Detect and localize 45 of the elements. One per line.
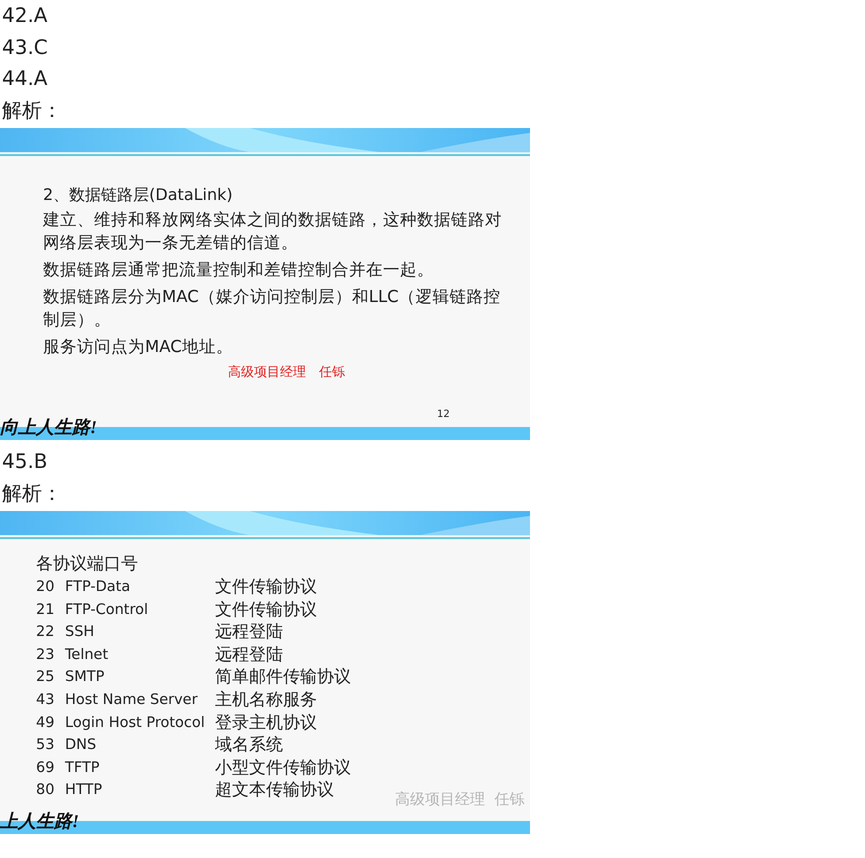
protocol-name: Telnet	[65, 646, 110, 665]
protocol-description: 登录主机协议	[214, 712, 318, 734]
port-number: 53	[36, 736, 56, 756]
protocol-description: 简单邮件传输协议	[214, 666, 351, 689]
answer-text: 43.C	[1, 34, 48, 60]
slide-title: 2、数据链路层(DataLink)	[43, 184, 233, 206]
protocol-name: SSH	[65, 623, 96, 642]
protocol-description: 远程登陆	[214, 621, 284, 644]
protocol-name: DNS	[65, 736, 98, 756]
protocol-name: Login Host Protocol	[65, 714, 205, 733]
port-number: 21	[36, 600, 56, 620]
protocol-description: 域名系统	[214, 734, 284, 757]
answer-text: 44.A	[1, 65, 48, 92]
author-signature: 高级项目经理 任铄	[228, 363, 345, 381]
slide-paragraph: 建立、维持和释放网络实体之间的数据链路，这种数据链路对网络层表现为一条无差错的信道。	[43, 209, 503, 254]
protocol-name: TFTP	[65, 758, 101, 778]
protocol-description: 远程登陆	[214, 644, 284, 666]
port-number: 69	[36, 758, 56, 778]
author-signature: 高级项目经理 任铄	[395, 790, 525, 809]
answer-text: 45.B	[1, 448, 48, 475]
slide-paragraph: 数据链路层通常把流量控制和差错控制合并在一起。	[43, 259, 435, 281]
protocol-name: FTP-Control	[65, 600, 150, 620]
port-number: 43	[36, 690, 56, 710]
protocol-name: Host Name Server	[65, 690, 199, 710]
protocol-description: 小型文件传输协议	[214, 756, 351, 780]
port-number: 20	[36, 578, 56, 597]
analysis-label: 解析：	[1, 480, 62, 506]
port-number: 22	[36, 623, 56, 642]
protocol-description: 文件传输协议	[214, 598, 318, 622]
protocol-name: HTTP	[65, 781, 104, 800]
port-number: 80	[36, 781, 56, 800]
port-number: 25	[36, 668, 56, 688]
protocol-description: 文件传输协议	[214, 576, 318, 599]
slide-title: 各协议端口号	[36, 553, 138, 576]
port-number: 23	[36, 646, 56, 665]
protocol-name: SMTP	[65, 668, 106, 688]
protocol-description: 超文本传输协议	[214, 779, 335, 802]
slide-number: 12	[437, 409, 450, 420]
slide-paragraph: 数据链路层分为MAC（媒介访问控制层）和LLC（逻辑链路控制层）。	[43, 286, 502, 331]
answer-text: 42.A	[1, 2, 48, 29]
port-number: 49	[36, 714, 56, 733]
protocol-name: FTP-Data	[65, 578, 132, 597]
protocol-description: 主机名称服务	[214, 688, 318, 712]
analysis-label: 解析：	[1, 96, 62, 124]
slide-paragraph: 服务访问点为MAC地址。	[43, 336, 234, 358]
